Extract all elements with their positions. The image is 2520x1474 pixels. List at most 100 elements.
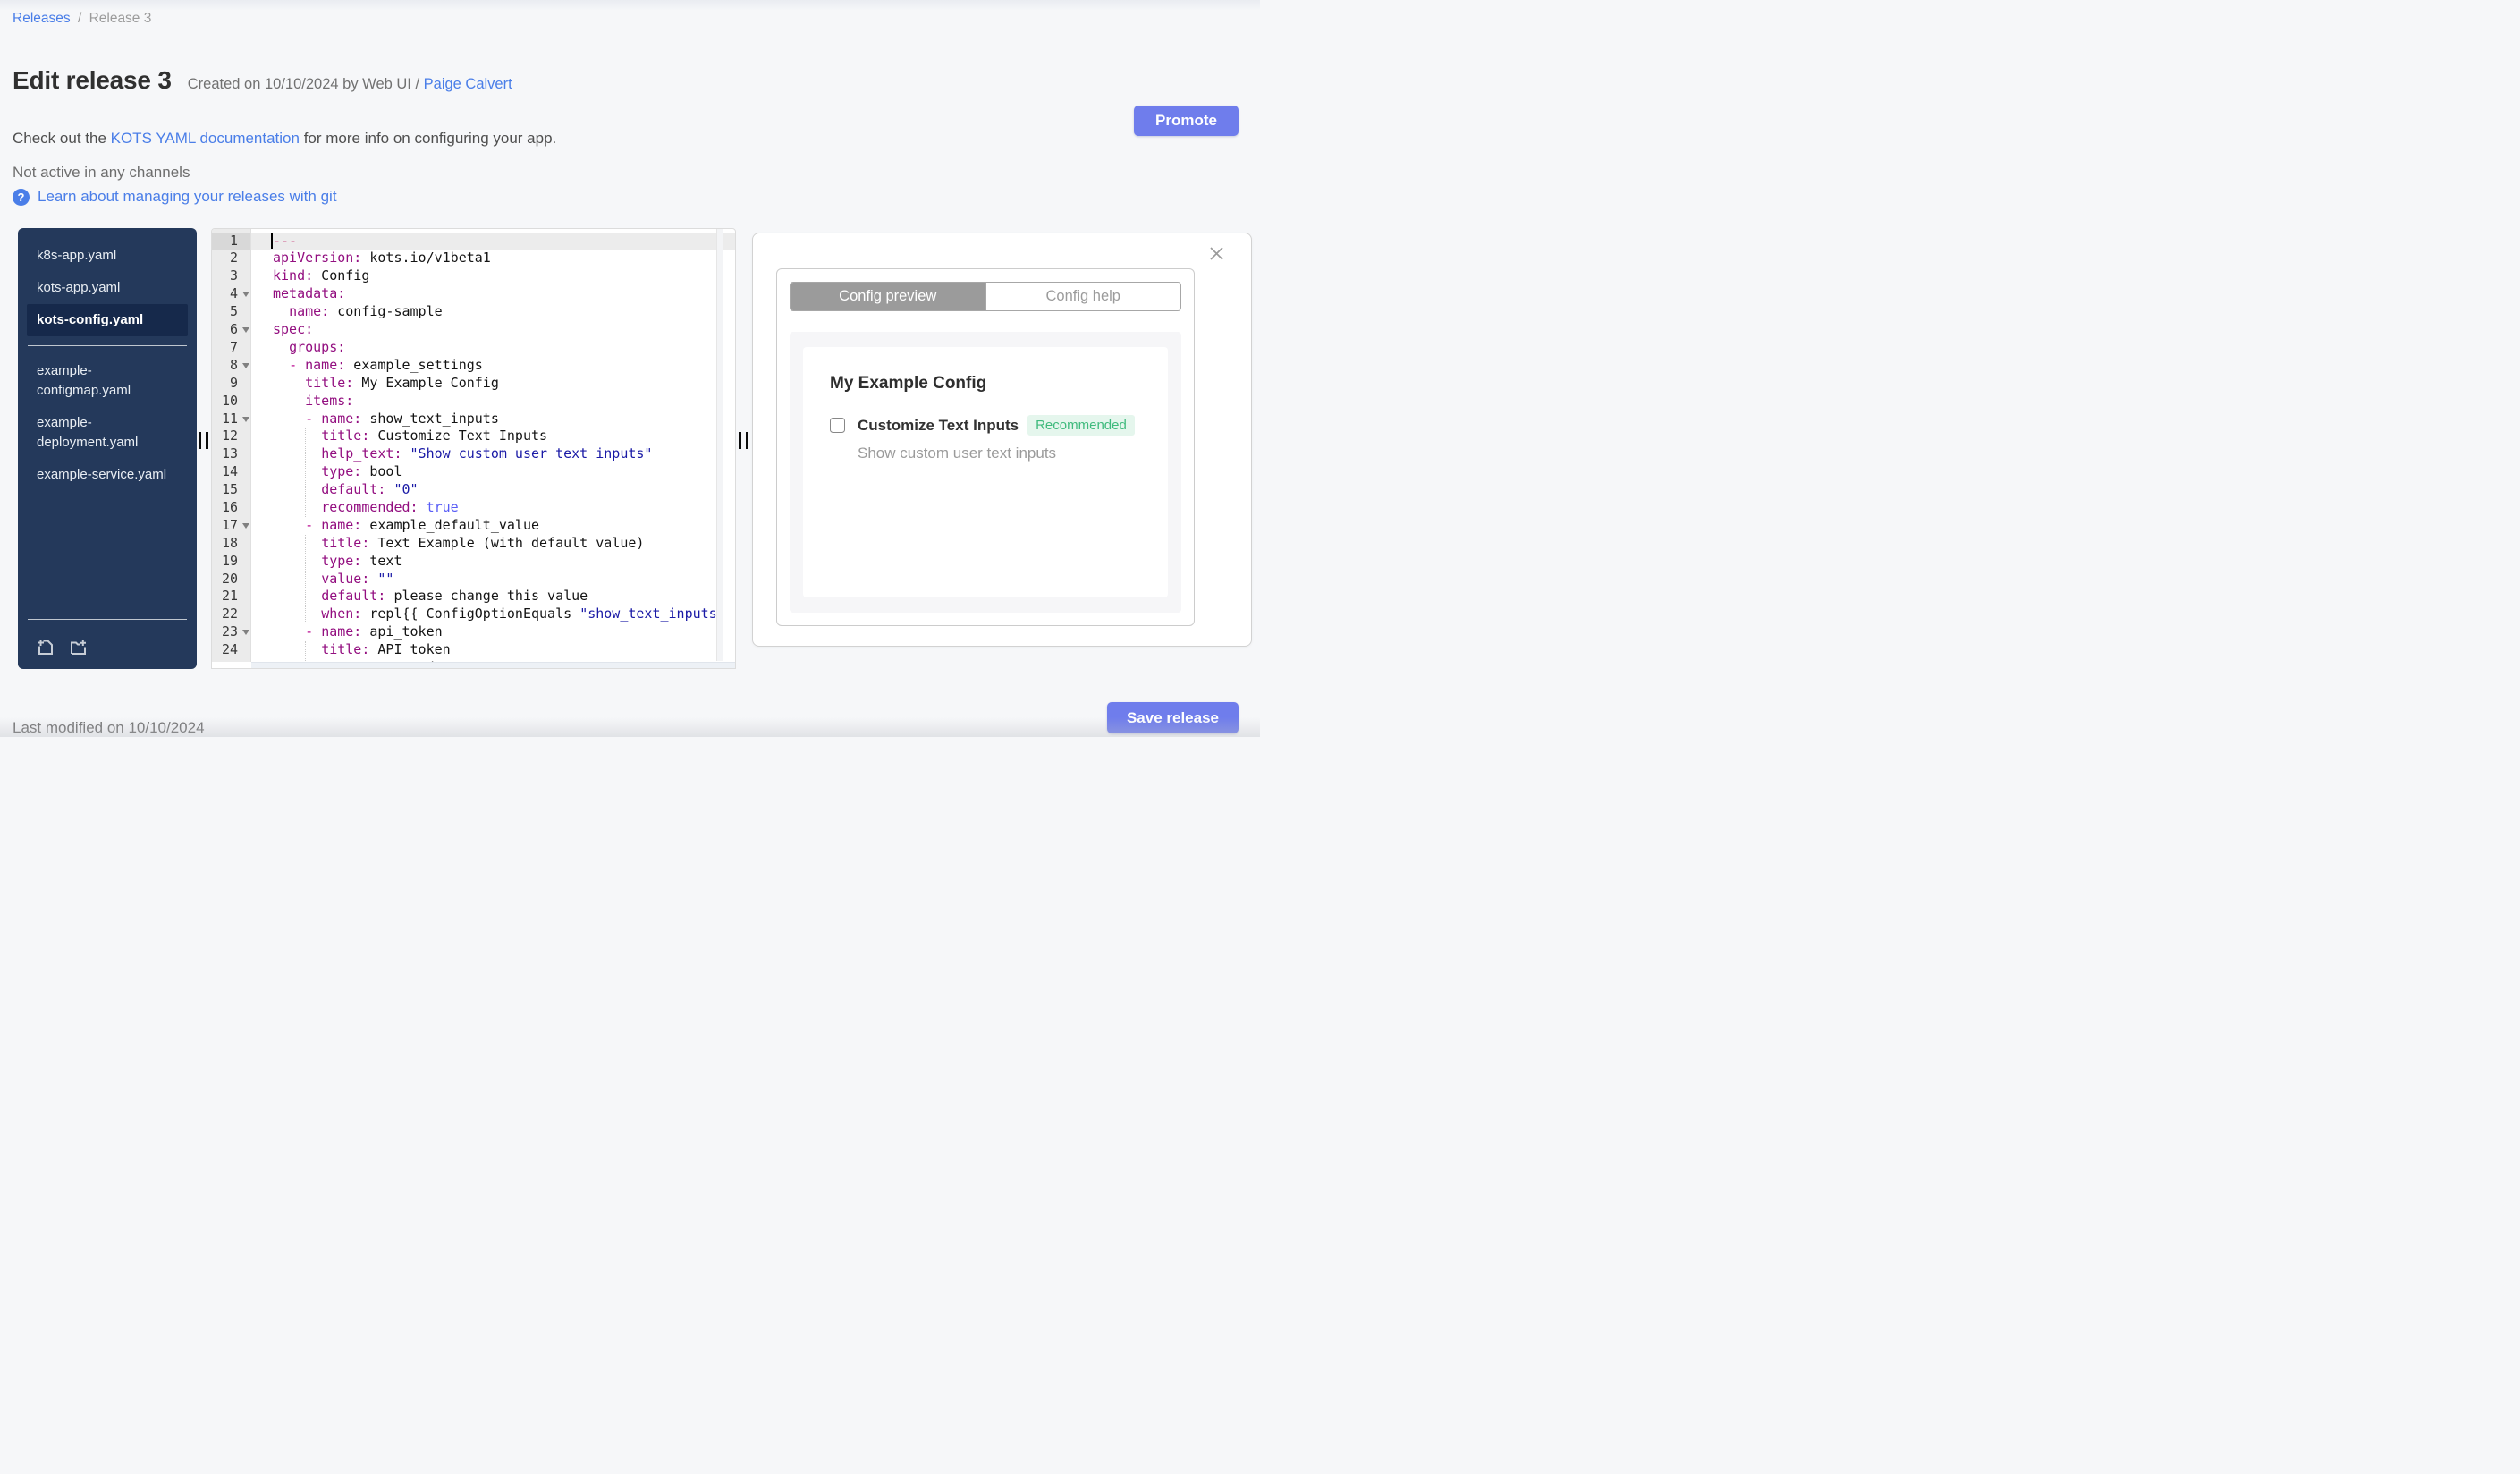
code-line[interactable]: groups: xyxy=(251,339,735,357)
gutter-line-number: 20 xyxy=(221,570,238,587)
fold-toggle-icon[interactable] xyxy=(242,362,249,368)
code-line[interactable]: metadata: xyxy=(251,285,735,303)
git-help-link[interactable]: Learn about managing your releases with … xyxy=(38,188,337,206)
fold-toggle-icon[interactable] xyxy=(242,630,249,636)
tab-config-help[interactable]: Config help xyxy=(985,283,1180,310)
code-line[interactable]: - name: example_settings xyxy=(251,357,735,375)
config-tabbar: Config preview Config help xyxy=(790,282,1181,311)
sidebar-editor-gap xyxy=(197,228,211,669)
fold-toggle-icon[interactable] xyxy=(242,416,249,422)
gutter-line-number: 17 xyxy=(212,517,250,535)
last-modified-text: Last modified on 10/10/2024 xyxy=(13,719,205,736)
panel-resize-handle[interactable] xyxy=(739,432,748,449)
breadcrumb-releases-link[interactable]: Releases xyxy=(13,11,71,26)
new-file-button[interactable] xyxy=(35,637,55,657)
code-line[interactable]: items: xyxy=(251,393,735,411)
code-line[interactable]: spec: xyxy=(251,321,735,339)
gutter-line-number: 11 xyxy=(212,411,250,428)
gutter-line-number: 15 xyxy=(221,481,238,498)
code-line[interactable]: title: Customize Text Inputs xyxy=(251,428,735,445)
indent-guide xyxy=(305,428,307,517)
code-line[interactable]: title: Text Example (with default value) xyxy=(251,535,735,553)
sidebar-item-kots-app-yaml[interactable]: kots-app.yaml xyxy=(27,272,188,304)
recommended-badge: Recommended xyxy=(1027,415,1135,436)
yaml-editor[interactable]: 1234567891011121314151617181920212223242… xyxy=(211,228,736,669)
top-gradient xyxy=(0,0,1260,11)
config-checkbox[interactable] xyxy=(830,418,845,433)
editor-vertical-scrollbar[interactable] xyxy=(716,229,723,661)
docs-text-before: Check out the xyxy=(13,130,111,147)
code-line[interactable]: default: "0" xyxy=(251,481,735,499)
sidebar-item-example-deployment-yaml[interactable]: example-deployment.yaml xyxy=(27,407,188,459)
config-preview-area: My Example Config Customize Text Inputs … xyxy=(790,332,1181,613)
gutter-line-number: 7 xyxy=(229,338,238,355)
sidebar-item-k8s-app-yaml[interactable]: k8s-app.yaml xyxy=(27,240,188,272)
sidebar-item-example-configmap-yaml[interactable]: example-configmap.yaml xyxy=(27,355,188,407)
fold-toggle-icon[interactable] xyxy=(242,292,249,298)
gutter-line-number: 10 xyxy=(221,392,238,409)
tab-config-preview[interactable]: Config preview xyxy=(791,283,985,310)
code-line[interactable]: value: "" xyxy=(251,571,735,589)
code-line[interactable]: kind: Config xyxy=(251,267,735,285)
panel-resize-handle[interactable] xyxy=(199,432,208,449)
code-line[interactable]: title: My Example Config xyxy=(251,375,735,393)
gutter-line-number: 8 xyxy=(212,357,250,375)
config-item-row: Customize Text Inputs Recommended xyxy=(830,415,1154,436)
new-folder-icon xyxy=(71,640,86,655)
new-folder-button[interactable] xyxy=(68,637,89,657)
kots-docs-link[interactable]: KOTS YAML documentation xyxy=(111,130,300,147)
close-button[interactable] xyxy=(1208,245,1225,262)
indent-guide xyxy=(305,534,307,624)
editor-code[interactable]: --- apiVersion: kots.io/v1beta1 kind: Conf… xyxy=(251,229,735,662)
gutter-line-number: 3 xyxy=(229,267,238,284)
promote-button[interactable]: Promote xyxy=(1134,106,1239,136)
channel-status: Not active in any channels xyxy=(13,164,190,181)
code-line[interactable]: type: text xyxy=(251,553,735,571)
code-line[interactable]: name: config-sample xyxy=(251,303,735,321)
code-line[interactable]: - name: show_text_inputs xyxy=(251,411,735,428)
gutter-line-number: 22 xyxy=(221,606,238,623)
code-line[interactable]: --- xyxy=(251,232,735,250)
created-text: Created on 10/10/2024 by Web UI / xyxy=(187,76,424,92)
editor-gutter: 1234567891011121314151617181920212223242… xyxy=(212,229,251,662)
sidebar-item-kots-config-yaml[interactable]: kots-config.yaml xyxy=(27,304,188,336)
gutter-line-number: 6 xyxy=(212,321,250,339)
sidebar-divider xyxy=(28,345,187,346)
fold-toggle-icon[interactable] xyxy=(242,522,249,529)
page-title: Edit release 3 xyxy=(13,66,172,94)
code-line[interactable]: - name: example_default_value xyxy=(251,517,735,535)
sidebar-item-example-service-yaml[interactable]: example-service.yaml xyxy=(27,459,188,491)
file-list: k8s-app.yaml kots-app.yaml kots-config.yam… xyxy=(18,228,197,491)
code-line[interactable]: apiVersion: kots.io/v1beta1 xyxy=(251,250,735,267)
code-line[interactable]: recommended: true xyxy=(251,499,735,517)
gutter-line-number: 24 xyxy=(221,641,238,658)
created-info: Created on 10/10/2024 by Web UI / Paige … xyxy=(188,76,512,93)
gutter-line-number: 13 xyxy=(221,445,238,462)
gutter-line-number: 12 xyxy=(221,428,238,445)
fold-toggle-icon[interactable] xyxy=(242,327,249,334)
title-row: Edit release 3 Created on 10/10/2024 by … xyxy=(13,66,512,95)
author-link[interactable]: Paige Calvert xyxy=(424,76,512,92)
breadcrumb-separator: / xyxy=(77,11,82,26)
config-tabs-card: Config preview Config help My Example Con… xyxy=(776,268,1195,626)
text-cursor xyxy=(271,233,273,249)
config-preview-panel: Config preview Config help My Example Con… xyxy=(752,233,1252,647)
sidebar-bottom xyxy=(18,610,197,669)
editor-horizontal-scrollbar[interactable] xyxy=(251,662,735,668)
gutter-line-number: 25 xyxy=(212,659,250,662)
code-line[interactable]: default: please change this value xyxy=(251,588,735,606)
code-line[interactable]: help_text: "Show custom user text inputs… xyxy=(251,445,735,463)
gutter-line-number: 23 xyxy=(212,623,250,641)
docs-line: Check out the KOTS YAML documentation fo… xyxy=(13,130,556,148)
breadcrumb-current: Release 3 xyxy=(89,11,152,26)
breadcrumb: Releases / Release 3 xyxy=(13,11,151,27)
code-line[interactable]: title: API token xyxy=(251,641,735,659)
code-line[interactable]: type: bool xyxy=(251,463,735,481)
code-line[interactable]: - name: api_token xyxy=(251,623,735,641)
config-form: My Example Config Customize Text Inputs … xyxy=(803,347,1168,597)
code-line[interactable]: when: repl{{ ConfigOptionEquals "show_te… xyxy=(251,606,735,623)
save-release-button[interactable]: Save release xyxy=(1106,702,1239,733)
docs-text-after: for more info on configuring your app. xyxy=(299,130,557,147)
gutter-line-number: 4 xyxy=(212,285,250,303)
close-icon xyxy=(1210,247,1223,260)
